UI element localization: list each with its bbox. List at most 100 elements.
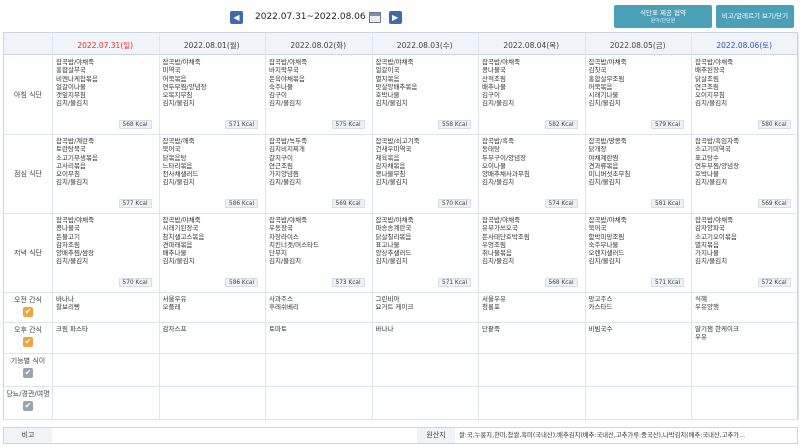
- menu-item: 김치/물김치: [695, 178, 728, 187]
- menu-cell[interactable]: 사과주스 후레쉬베리: [269, 295, 368, 312]
- menu-cell[interactable]: 잡곡밥/흑죽 동태탕 두부구이/양념장 오이나물 양배추채사과무침 김치/물김치: [482, 137, 581, 187]
- menu-item: 닭살칠리볶음: [375, 232, 412, 241]
- menu-cell[interactable]: 잡곡밥/야채죽 미역국 어묵볶음 연두부찜/양념장 오복지무침 김치/물김치: [163, 58, 262, 108]
- row-label-lunch: 점심 식단: [4, 169, 52, 179]
- menu-cell[interactable]: 서울우유 청룡포: [482, 295, 581, 312]
- menu-item: 김치/물김치: [588, 178, 621, 187]
- menu-item: 어묵볶음: [588, 82, 613, 91]
- menu-cell[interactable]: 잡곡밥/야채죽 우동장국 차장라이스 치킨너겟/머스타드 단무지 김치/물김치: [269, 216, 368, 266]
- menu-item: 김치/물김치: [56, 178, 89, 187]
- menu-cell[interactable]: 잡곡밥/야채죽 김칫국 홍합살무조림 어묵볶음 시래기나물 김치/물김치: [589, 58, 688, 108]
- menu-cell[interactable]: 잡곡밥/야채죽 바지락무국 돈육야채볶음 숙주나물 김구이 김치/물김치: [269, 58, 368, 108]
- menu-cell[interactable]: 잡곡밥/야채죽 콩나물국 산적조림 배추나물 김구이 김치/물김치: [482, 58, 581, 108]
- checkbox-icon[interactable]: ✔: [23, 337, 33, 347]
- menu-item: 김치/물김치: [56, 257, 89, 266]
- menu-cell[interactable]: 단팥죽: [482, 325, 581, 333]
- menu-cell[interactable]: 잡곡밥/흑임자죽 소고기미역국 표고탕수 연두부찜/양념장 호박나물 김치/물김치: [695, 137, 794, 187]
- menu-cell[interactable]: 잡곡밥/야채죽 콩나물국 돈불고기 감자조림 양배추찜/쌈장 김치/물김치: [56, 216, 155, 266]
- origin-label: 원산지: [417, 428, 455, 443]
- menu-cell[interactable]: 잡곡밥/야채죽 감자양파국 소고기오이볶음 멸치볶음 가지나물 김치/물김치: [695, 216, 794, 266]
- menu-item: 우유: [695, 333, 707, 342]
- meal-table: 2022.07.31(일) 2022.08.01(월) 2022.08.02(화) 2…: [3, 32, 799, 420]
- row-label-text: 당뇨/경관/여명: [6, 390, 50, 398]
- column-divider: [691, 33, 692, 419]
- column-divider: [797, 33, 799, 419]
- menu-item: 김치/물김치: [162, 257, 195, 266]
- chevron-right-icon[interactable]: ▶: [388, 10, 402, 24]
- menu-item: 닭개장: [588, 145, 607, 154]
- checkbox-icon[interactable]: ✔: [23, 368, 33, 378]
- menu-cell[interactable]: 그린비아 요거트 케이크: [376, 295, 475, 312]
- menu-cell[interactable]: 식혜 우유양행: [695, 295, 794, 312]
- menu-item: 갈치구이: [269, 153, 293, 162]
- menu-item: 유부가쓰오국: [482, 224, 518, 233]
- menu-item: 크림 파스타: [56, 325, 88, 333]
- row-label-dinner: 저녁 식단: [4, 248, 52, 258]
- day-header: 2022.08.02(화): [290, 41, 347, 50]
- menu-item: 어묵볶음: [162, 74, 187, 83]
- menu-cell[interactable]: 잡곡밥/야채죽 북어국 함박피망조림 숙주무나물 오렌지샐러드 김치/물김치: [589, 216, 688, 266]
- menu-cell[interactable]: 잡곡밥/야채죽 얼갈이국 멸치볶음 맛살양배추볶음 호박나물 김치/물김치: [376, 58, 475, 108]
- menu-cell[interactable]: 잡곡밥/야채죽 유부가쓰오국 돈사태단호박조림 우엉조림 취나물볶음 김치/물김치: [482, 216, 581, 266]
- menu-cell[interactable]: 잡곡밥/깨죽 북어국 닭볶음탕 느타리볶음 천사채샐러드 김치/물김치: [163, 137, 262, 187]
- menu-cell[interactable]: 망고주스 카스타드: [589, 295, 688, 312]
- kcal-badge: 570 Kcal: [438, 199, 472, 208]
- menu-cell[interactable]: 잡곡밥/쇠고기죽 건새우미역국 제육볶음 감자채볶음 콩나물무침 김치/물김치: [376, 137, 475, 187]
- menu-cell[interactable]: 바나나: [376, 325, 475, 333]
- chevron-left-icon[interactable]: ◀: [230, 10, 243, 24]
- menu-cell[interactable]: 잡곡밥/야채죽 홍합살무국 비엔나케찹볶음 얼갈이나물 갯잎지무침 김치/물김치: [56, 58, 155, 108]
- table-header: 2022.07.31(일) 2022.08.01(월) 2022.08.02(화) 2…: [4, 33, 797, 55]
- menu-cell[interactable]: 토마토: [269, 325, 368, 333]
- menu-cell[interactable]: 감자스프: [163, 325, 262, 333]
- menu-item: 감자조림: [56, 240, 80, 249]
- kcal-badge: 575 Kcal: [331, 120, 365, 129]
- menu-item: 배추나물: [482, 82, 506, 91]
- menu-item: 김치/물김치: [162, 99, 195, 108]
- menu-cell[interactable]: 잡곡밥/야채죽 시래기된장국 참치샐고스볶음 견파래볶음 배추나물 김치/물김치: [163, 216, 262, 266]
- menu-item: 김치/물김치: [695, 257, 728, 266]
- row-label-am-snack: 오전 간식 ✔: [4, 295, 52, 317]
- column-divider: [584, 33, 586, 419]
- column-divider: [52, 33, 53, 419]
- menu-item: 닭볶음탕: [162, 153, 187, 162]
- calendar-icon[interactable]: [368, 11, 381, 23]
- top-bar: ◀ 2022.07.31~2022.08.06 ▶ 식단표 제공 협약 원아/단…: [0, 0, 800, 31]
- menu-item: 김치/물김치: [375, 99, 408, 108]
- menu-item: 표고나물: [375, 240, 400, 249]
- menu-cell[interactable]: 잡곡밥/야채죽 배추된장국 닭살조림 연근조림 오이지무침 김치/물김치: [695, 58, 794, 108]
- checkbox-icon[interactable]: ✔: [23, 307, 33, 317]
- menu-item: 바지락무국: [269, 66, 299, 75]
- note-label: 비고: [4, 428, 52, 443]
- checkbox-icon[interactable]: ✔: [23, 401, 33, 411]
- menu-cell[interactable]: 딸기잼 한케이크 우유: [695, 325, 794, 342]
- row-label-text: 아침 식단: [14, 90, 42, 99]
- menu-item: 바나나: [375, 325, 394, 333]
- menu-cell[interactable]: 잡곡밥/녹두죽 김치비지찌개 갈치구이 연근조림 가지양념찜 김치/물김치: [269, 137, 368, 187]
- menu-item: 김치/물김치: [56, 99, 89, 108]
- meal-agreement-button[interactable]: 식단표 제공 협약 원아/단단원: [614, 5, 712, 28]
- toggle-notes-button[interactable]: 비고/알레르기 보기/닫기: [716, 5, 794, 28]
- menu-item: 멸치볶음: [375, 74, 400, 83]
- menu-cell[interactable]: 잡곡밥/야채죽 파송송계란국 닭살칠리볶음 표고나물 양상추샐러드 김치/물김치: [376, 216, 475, 266]
- row-divider: [4, 353, 797, 354]
- day-header: 2022.08.06(토): [716, 41, 773, 50]
- menu-item: 멸치볶음: [695, 240, 719, 249]
- menu-cell[interactable]: 잡곡밥/계란죽 토란탕북국 소고기무생볶음 고사리볶음 오이무침 김치/물김치: [56, 137, 155, 187]
- menu-item: 우유양행: [695, 303, 719, 312]
- menu-cell[interactable]: 잡곡밥/땅콩죽 닭개장 야채계란찜 견과류볶음 미니버섯초무침 김치/물김치: [589, 137, 688, 187]
- menu-item: 돈육야채볶음: [269, 74, 305, 83]
- menu-item: 견파래볶음: [162, 240, 193, 249]
- menu-item: 김치/물김치: [695, 99, 728, 108]
- menu-cell[interactable]: 비빔국수: [589, 325, 688, 333]
- column-divider: [265, 33, 266, 419]
- day-header: 2022.08.03(수): [396, 41, 453, 50]
- menu-item: 맛살양배추볶음: [375, 82, 418, 91]
- row-divider: [4, 386, 797, 387]
- menu-cell[interactable]: 크림 파스타: [56, 325, 155, 333]
- menu-cell[interactable]: 바나나 찰보리빵: [56, 295, 155, 312]
- menu-item: 청룡포: [482, 303, 500, 312]
- menu-item: 딸기잼 한케이크: [695, 325, 739, 333]
- row-divider: [4, 292, 797, 293]
- week-range: 2022.07.31~2022.08.06: [255, 12, 366, 22]
- menu-cell[interactable]: 서울우유 오플레: [163, 295, 262, 312]
